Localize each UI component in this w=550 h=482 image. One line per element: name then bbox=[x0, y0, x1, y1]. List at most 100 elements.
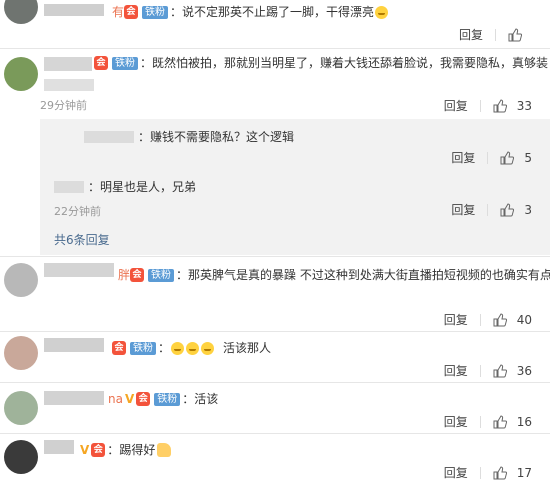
fan-badge: 铁粉 bbox=[112, 56, 138, 70]
thumbs-up-icon bbox=[493, 98, 507, 112]
comment-actions: 回复 36 bbox=[444, 362, 532, 379]
vip-v-icon: V bbox=[124, 392, 135, 406]
avatar[interactable] bbox=[4, 57, 38, 91]
like-button[interactable]: 40 bbox=[493, 313, 532, 327]
reply-2-body: ： 明星也是人，兄弟 bbox=[54, 179, 196, 195]
thumbs-up-emoji-icon bbox=[157, 443, 172, 457]
username-suffix[interactable]: na bbox=[108, 391, 123, 407]
grin-emoji-icon bbox=[201, 341, 215, 355]
avatar[interactable] bbox=[4, 0, 38, 24]
blurred-username bbox=[44, 4, 104, 16]
comment-text: 那英脾气是真的暴躁 不过这种到处满大街直播拍短视频的也确实有点 bbox=[188, 268, 550, 282]
reply-2-actions: 回复 3 bbox=[451, 201, 532, 218]
comment-actions: 回复 33 bbox=[444, 97, 532, 114]
reply-button[interactable]: 回复 bbox=[459, 26, 483, 43]
thumbs-up-icon bbox=[508, 27, 522, 41]
avatar[interactable] bbox=[4, 391, 38, 425]
reply-button[interactable]: 回复 bbox=[451, 201, 475, 218]
reply-button[interactable]: 回复 bbox=[444, 362, 468, 379]
comment-body: 胖 会 铁粉 ： 那英脾气是真的暴躁 不过这种到处满大街直播拍短视频的也确实有点 bbox=[118, 267, 550, 283]
comment-body: 会 铁粉 ： 活该那人 bbox=[112, 340, 271, 356]
blurred-username bbox=[84, 131, 134, 143]
vip-v-icon: V bbox=[80, 443, 90, 457]
like-count: 36 bbox=[516, 363, 532, 378]
like-button[interactable]: 17 bbox=[493, 466, 532, 480]
comment-text: 说不定那英不止踢了一脚，干得漂亮 bbox=[182, 5, 375, 19]
vip-icon: 会 bbox=[91, 443, 106, 457]
blurred-username bbox=[44, 440, 74, 454]
thumbs-up-icon bbox=[493, 465, 507, 479]
like-count: 17 bbox=[516, 465, 532, 480]
vip-icon: 会 bbox=[124, 5, 139, 19]
divider bbox=[487, 151, 489, 164]
comment-5: na V 会 铁粉 ：活该 回复 16 bbox=[0, 383, 550, 433]
thumbs-up-icon bbox=[500, 202, 515, 216]
reply-button[interactable]: 回复 bbox=[444, 311, 468, 328]
blurred-username bbox=[54, 181, 84, 193]
blurred-username bbox=[44, 263, 114, 277]
divider bbox=[479, 364, 481, 377]
blurred-username bbox=[44, 79, 94, 91]
divider bbox=[479, 415, 481, 428]
fan-badge: 铁粉 bbox=[142, 5, 169, 19]
comment-actions: 回复 bbox=[459, 26, 532, 43]
comment-text: ：活该 bbox=[182, 392, 219, 406]
reply-button[interactable]: 回复 bbox=[444, 97, 468, 114]
reply-button[interactable]: 回复 bbox=[444, 464, 468, 481]
thumbs-up-icon bbox=[500, 150, 515, 164]
like-count: 40 bbox=[516, 312, 532, 327]
avatar[interactable] bbox=[4, 336, 38, 370]
comment-actions: 回复 16 bbox=[444, 413, 532, 430]
vip-icon: 会 bbox=[94, 56, 108, 70]
more-replies-link[interactable]: 共6条回复 bbox=[54, 231, 110, 248]
reply-text: 赚钱不需要隐私？这个逻辑 bbox=[150, 130, 295, 144]
blurred-username bbox=[44, 338, 104, 352]
like-button[interactable]: 36 bbox=[493, 364, 532, 378]
comment-actions: 回复 40 bbox=[444, 311, 532, 328]
divider bbox=[479, 99, 481, 112]
grin-emoji-icon bbox=[171, 341, 185, 355]
replies-panel: ： 赚钱不需要隐私？这个逻辑 回复 5 ： 明星也是人，兄弟 22分钟前 回复 … bbox=[40, 119, 550, 255]
comment-text: 踢得好 bbox=[119, 443, 156, 457]
divider bbox=[495, 28, 496, 41]
fan-badge: 铁粉 bbox=[154, 392, 181, 406]
username-suffix[interactable]: 有 bbox=[112, 4, 124, 20]
reply-text: 明星也是人，兄弟 bbox=[100, 180, 197, 194]
avatar[interactable] bbox=[4, 263, 38, 297]
like-count: 16 bbox=[516, 414, 532, 429]
avatar[interactable] bbox=[4, 440, 38, 474]
reply-1-body: ： 赚钱不需要隐私？这个逻辑 bbox=[84, 129, 294, 145]
fan-badge: 铁粉 bbox=[130, 341, 156, 355]
like-button[interactable]: 3 bbox=[500, 203, 532, 217]
like-button[interactable]: 33 bbox=[493, 99, 532, 113]
reply-button[interactable]: 回复 bbox=[444, 413, 468, 430]
like-count: 3 bbox=[524, 202, 532, 217]
comment-body: V 会 ： 踢得好 bbox=[78, 442, 172, 458]
divider bbox=[479, 466, 481, 479]
grin-emoji-icon bbox=[375, 5, 389, 19]
reply-1-actions: 回复 5 bbox=[451, 149, 532, 166]
reply-button[interactable]: 回复 bbox=[451, 149, 475, 166]
comment-body: 会 铁粉 ： 既然怕被拍，那就别当明星了，赚着大钱还舔着脸说，我需要隐私，真够装 bbox=[94, 55, 548, 71]
blurred-username bbox=[44, 391, 104, 405]
grin-emoji-icon bbox=[186, 341, 200, 355]
like-button[interactable]: 5 bbox=[500, 151, 532, 165]
timestamp: 29分钟前 bbox=[40, 99, 87, 112]
like-button[interactable] bbox=[508, 27, 532, 42]
blurred-username bbox=[44, 57, 92, 71]
comment-text: 既然怕被拍，那就别当明星了，赚着大钱还舔着脸说，我需要隐私，真够装 bbox=[152, 56, 549, 70]
comment-text: 活该那人 bbox=[223, 341, 272, 355]
comment-6: V 会 ： 踢得好 回复 17 bbox=[0, 434, 550, 482]
thumbs-up-icon bbox=[493, 414, 507, 428]
comment-2: 会 铁粉 ： 既然怕被拍，那就别当明星了，赚着大钱还舔着脸说，我需要隐私，真够装… bbox=[0, 49, 550, 119]
comment-body: 有 会 铁粉 ： 说不定那英不止踢了一脚，干得漂亮 bbox=[112, 4, 389, 20]
like-count: 5 bbox=[524, 150, 532, 165]
like-button[interactable]: 16 bbox=[493, 415, 532, 429]
username-suffix[interactable]: 胖 bbox=[118, 267, 130, 283]
comment-1: 有 会 铁粉 ： 说不定那英不止踢了一脚，干得漂亮 回复 bbox=[0, 0, 550, 48]
vip-icon: 会 bbox=[130, 268, 145, 282]
thumbs-up-icon bbox=[493, 363, 507, 377]
comment-4: 会 铁粉 ： 活该那人 回复 36 bbox=[0, 332, 550, 382]
comment-body: na V 会 铁粉 ：活该 bbox=[108, 391, 218, 407]
vip-icon: 会 bbox=[112, 341, 126, 355]
